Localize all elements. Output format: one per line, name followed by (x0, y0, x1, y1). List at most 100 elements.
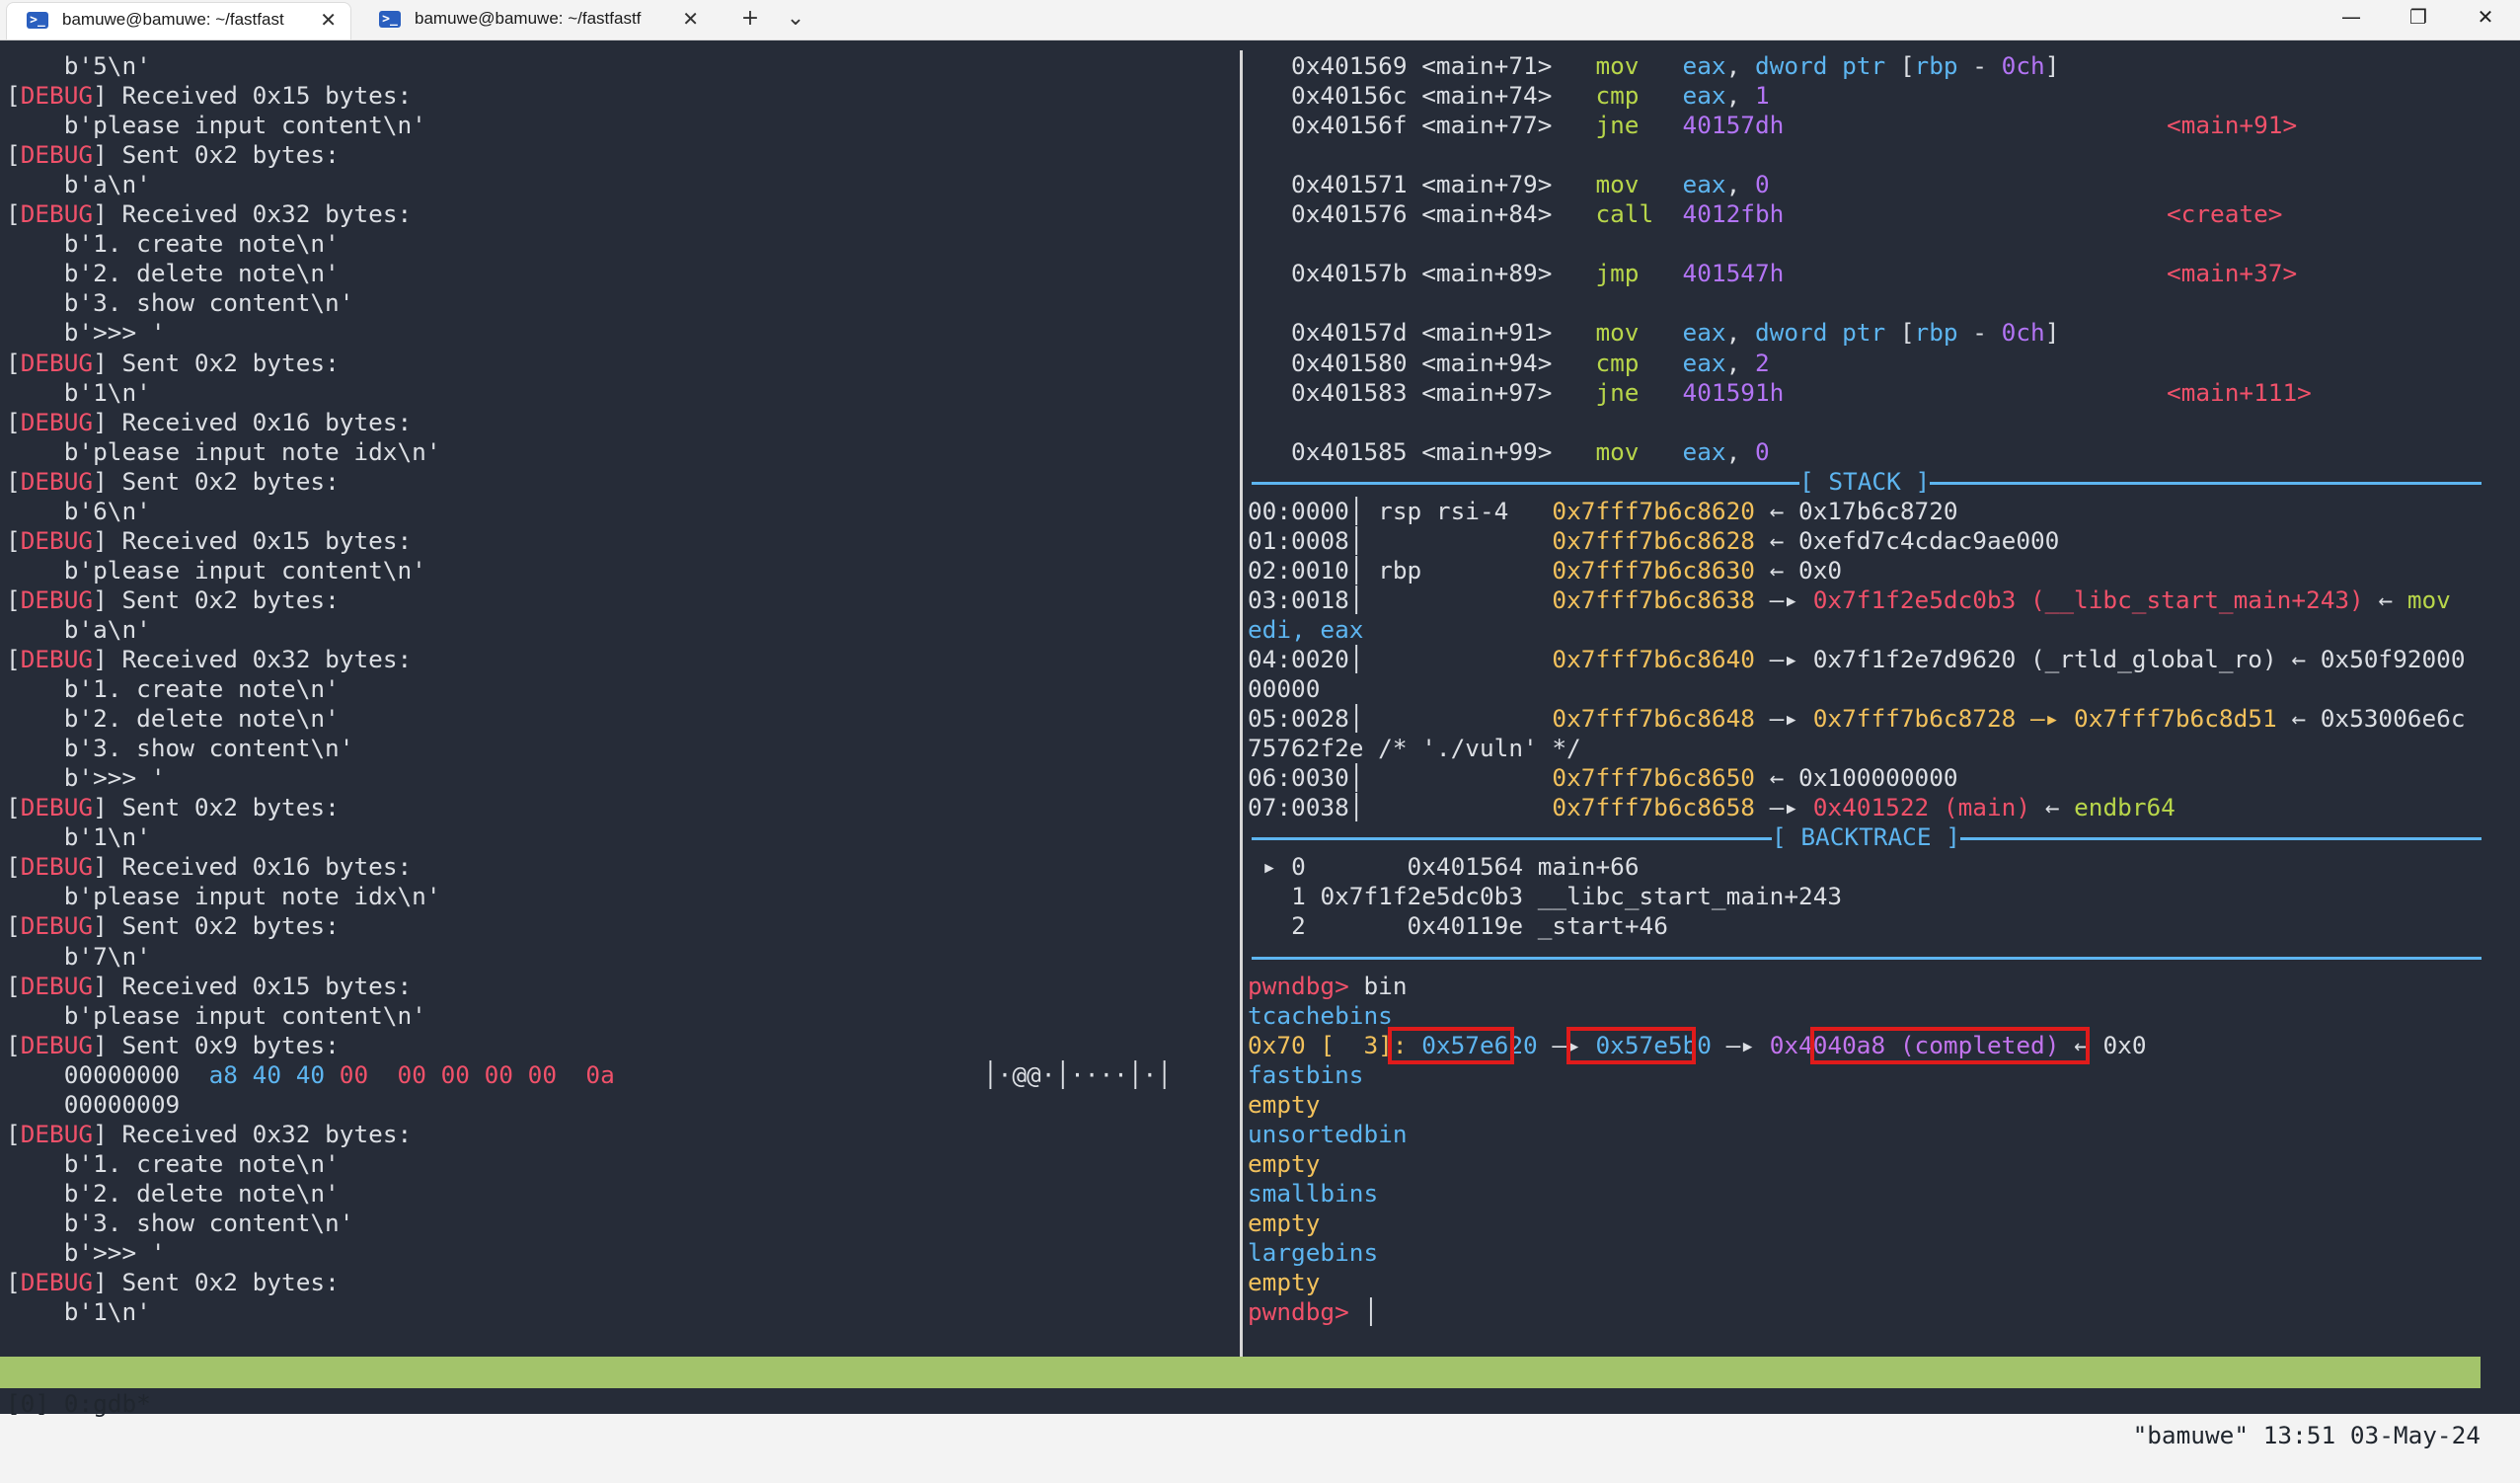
stack-arrow: —▸ (1769, 585, 1813, 614)
highlight-box (1566, 1026, 1696, 1064)
disasm-jump-target: <main+111> (2167, 377, 2312, 407)
maximize-button[interactable]: ❐ (2389, 0, 2448, 36)
stack-row: 03:0018│ 0x7fff7b6c8638 —▸ 0x7f1f2e5dc0b… (1248, 585, 2451, 615)
close-tab-icon[interactable]: ✕ (320, 3, 337, 37)
unsortedbin-label: unsortedbin (1248, 1119, 1408, 1148)
disasm-jump-target: <main+37> (2167, 259, 2298, 288)
terminal-window[interactable]: b'5\n' [DEBUG] Received 0x15 bytes: b'ple… (0, 40, 2520, 1449)
stack-row: 07:0038│ 0x7fff7b6c8658 —▸ 0x401522 (mai… (1248, 793, 2176, 822)
stack-value: 0x7f1f2e5dc0b3 (__libc_start_main+243) (1812, 585, 2364, 614)
stack-index: 01:0008 (1248, 525, 1349, 555)
stack-annotation: ← mov (2363, 585, 2451, 614)
stack-register (1378, 793, 1552, 821)
pwndbg-pane[interactable]: 0x401569 <main+71> mov eax, dword ptr [r… (1248, 40, 2482, 1354)
disasm-opcode: jne (1595, 377, 1683, 407)
log-line: [DEBUG] Sent 0x2 bytes: (6, 1268, 340, 1297)
log-line: 00000009 (6, 1090, 180, 1120)
new-tab-button[interactable]: + (732, 4, 768, 34)
tcachebins-label: tcachebins (1248, 1000, 1393, 1030)
backtrace-address: 0x7f1f2e5dc0b3 (1320, 882, 1538, 911)
log-text: ] Sent 0x2 bytes: (93, 1268, 340, 1297)
disasm-symbol: <main+91> (1421, 318, 1596, 348)
disasm-symbol: <main+97> (1421, 377, 1596, 407)
stack-bar: │ (1348, 555, 1379, 585)
hexdump-bytes: 00 00 00 00 (397, 1059, 586, 1089)
debug-tag: DEBUG (20, 645, 94, 673)
close-tab-icon[interactable]: ✕ (682, 2, 699, 36)
stack-bar: │ (1348, 585, 1379, 614)
disasm-symbol: <main+71> (1421, 51, 1596, 80)
log-text: b'a\n' (6, 614, 151, 644)
stack-register: rbp (1378, 555, 1553, 585)
log-text: ] Received 0x15 bytes: (93, 971, 413, 1000)
bin-empty: empty (1248, 1149, 1320, 1179)
backtrace-row: 1 0x7f1f2e5dc0b3 __libc_start_main+243 (1248, 882, 1842, 911)
hexdump-ascii: │·@@·│····│·│ (983, 1059, 1172, 1089)
stack-row: 04:0020│ 0x7fff7b6c8640 —▸ 0x7f1f2e7d962… (1248, 645, 2466, 674)
log-text: ] Sent 0x2 bytes: (93, 348, 340, 377)
stack-wrap-text: edi, eax (1248, 614, 1364, 644)
tab-title: bamuwe@bamuwe: ~/fastfast (62, 10, 284, 29)
bracket: [ (6, 407, 21, 436)
log-line: 00000000 a8 40 40 00 00 00 00 00 0a │·@@·… (6, 1059, 1172, 1090)
log-text: b'3. show content\n' (6, 734, 354, 763)
stack-bar: │ (1348, 525, 1379, 555)
bin-label: smallbins (1248, 1179, 1378, 1209)
pwndbg-command: bin (1363, 971, 1408, 1000)
stack-row-wrap: edi, eax (1248, 615, 1363, 645)
log-text: b'1\n' (6, 1297, 151, 1327)
disasm-opcode: mov (1595, 436, 1683, 466)
log-line: [DEBUG] Sent 0x2 bytes: (6, 140, 340, 170)
tab-dropdown-button[interactable]: ⌄ (778, 4, 813, 34)
debug-tag: DEBUG (20, 81, 94, 111)
disasm-address: 0x401576 (1248, 199, 1422, 229)
disasm-operands: 4012fbh (1682, 199, 1785, 229)
disasm-symbol: <main+77> (1421, 111, 1596, 140)
stack-bar: │ (1348, 793, 1379, 822)
stack-arrow: ← (1769, 525, 1799, 555)
highlight-box (1810, 1026, 2090, 1064)
log-text: 00000009 (6, 1089, 181, 1119)
debug-tag: DEBUG (20, 140, 94, 170)
log-text: b'please input note idx\n' (6, 882, 441, 911)
disasm-symbol: <main+94> (1421, 348, 1596, 377)
log-line: [DEBUG] Received 0x16 bytes: (6, 408, 412, 437)
minimize-button[interactable]: — (2322, 0, 2381, 36)
pane-divider[interactable] (1240, 50, 1243, 1364)
hexdump-bytes: 00 (339, 1059, 398, 1089)
log-line: [DEBUG] Sent 0x2 bytes: (6, 585, 340, 615)
log-text: b'>>> ' (6, 1238, 166, 1267)
tab-terminal-1[interactable]: >_ bamuwe@bamuwe: ~/fastfast ✕ (6, 2, 351, 39)
disasm-address: 0x40156c (1248, 81, 1422, 111)
log-line: b'>>> ' (6, 1238, 166, 1268)
debug-tag: DEBUG (20, 793, 94, 822)
backtrace-symbol: main+66 (1537, 852, 1640, 882)
debug-tag: DEBUG (20, 407, 94, 436)
bracket: [ (6, 911, 21, 941)
log-line: b'1. create note\n' (6, 229, 340, 259)
tab-terminal-2[interactable]: >_ bamuwe@bamuwe: ~/fastfastf ✕ (359, 2, 713, 39)
stack-value: 0x7fff7b6c8728 —▸ 0x7fff7b6c8d51 (1812, 704, 2277, 734)
disasm-symbol: <main+99> (1421, 436, 1596, 466)
disasm-opcode: mov (1595, 318, 1683, 348)
pwntools-log-pane[interactable]: b'5\n' [DEBUG] Received 0x15 bytes: b'ple… (6, 40, 1236, 1354)
backtrace-address: 0x401564 (1320, 852, 1538, 882)
disasm-opcode: jne (1595, 111, 1683, 140)
stack-value: 0xefd7c4cdac9ae000 (1798, 525, 2060, 555)
title-bar: >_ bamuwe@bamuwe: ~/fastfast ✕ >_ bamuwe… (0, 0, 2520, 40)
log-text: b'3. show content\n' (6, 1208, 354, 1237)
tcache-entry: 0x70 [ 3]: (1248, 1030, 1408, 1059)
stack-index: 03:0018 (1248, 585, 1349, 614)
log-text: b'please input content\n' (6, 111, 426, 140)
close-window-button[interactable]: ✕ (2456, 0, 2515, 36)
stack-register (1378, 526, 1552, 555)
disasm-opcode: cmp (1595, 348, 1683, 377)
log-line: [DEBUG] Sent 0x2 bytes: (6, 467, 340, 497)
stack-value: 0x100000000 (1798, 763, 1958, 793)
debug-tag: DEBUG (20, 585, 94, 614)
log-text: ] Received 0x15 bytes: (93, 81, 413, 111)
stack-index: 02:0010 (1248, 555, 1349, 585)
pwndbg-prompt: pwndbg> (1248, 1297, 1364, 1327)
stack-address: 0x7fff7b6c8630 (1552, 555, 1770, 585)
